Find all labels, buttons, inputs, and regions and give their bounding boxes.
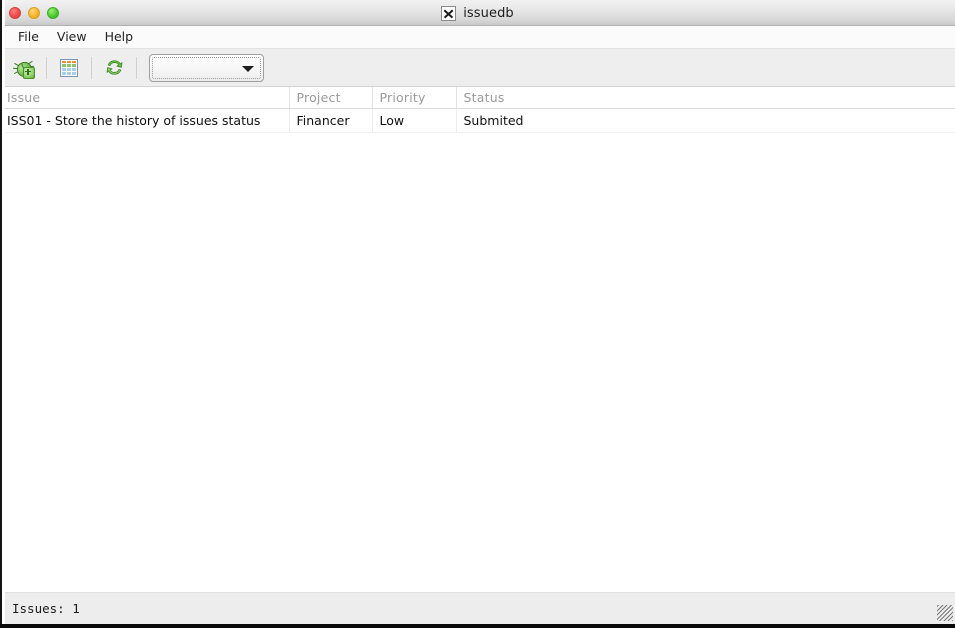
x-window-icon: [441, 5, 457, 21]
issues-table-container: Issue Project Priority Status ISS01 - St…: [0, 87, 955, 592]
application-window: issuedb File View Help Issue Project Pri…: [0, 0, 955, 628]
window-bottom-shadow: [0, 624, 955, 628]
toolbar: [0, 49, 955, 87]
issue-count-label: Issues: 1: [12, 601, 80, 616]
spreadsheet-icon: [60, 58, 78, 77]
cell-status[interactable]: Submited: [456, 108, 955, 133]
status-bar: Issues: 1: [0, 592, 955, 624]
column-header-status[interactable]: Status: [456, 87, 955, 109]
table-body: ISS01 - Store the history of issues stat…: [0, 108, 955, 133]
resize-grip-icon[interactable]: [937, 605, 953, 621]
toolbar-separator-2: [91, 56, 92, 79]
cell-project[interactable]: Financer: [289, 108, 373, 133]
menu-item-file[interactable]: File: [9, 27, 48, 47]
menu-bar: File View Help: [0, 26, 955, 49]
column-header-project[interactable]: Project: [289, 87, 373, 109]
add-bug-icon: [12, 58, 35, 79]
column-header-priority[interactable]: Priority: [372, 87, 457, 109]
filter-combobox[interactable]: [149, 53, 264, 82]
chevron-down-icon[interactable]: [242, 65, 254, 72]
table-row[interactable]: ISS01 - Store the history of issues stat…: [0, 108, 955, 133]
cell-issue[interactable]: ISS01 - Store the history of issues stat…: [0, 108, 290, 133]
toolbar-separator-1: [46, 56, 47, 79]
menu-item-view[interactable]: View: [48, 27, 96, 47]
window-title: issuedb: [463, 5, 514, 21]
issues-table: Issue Project Priority Status ISS01 - St…: [0, 87, 955, 133]
report-button[interactable]: [53, 53, 85, 83]
table-header-row: Issue Project Priority Status: [0, 87, 955, 109]
new-issue-button[interactable]: [8, 53, 40, 83]
refresh-button[interactable]: [98, 53, 130, 83]
title-bar-center: issuedb: [0, 0, 955, 26]
table-header: Issue Project Priority Status: [0, 87, 955, 109]
refresh-icon: [105, 58, 124, 77]
cell-priority[interactable]: Low: [372, 108, 457, 133]
menu-item-help[interactable]: Help: [96, 27, 143, 47]
column-header-issue[interactable]: Issue: [0, 87, 290, 109]
toolbar-separator-3: [136, 56, 137, 79]
title-bar[interactable]: issuedb: [0, 0, 955, 26]
